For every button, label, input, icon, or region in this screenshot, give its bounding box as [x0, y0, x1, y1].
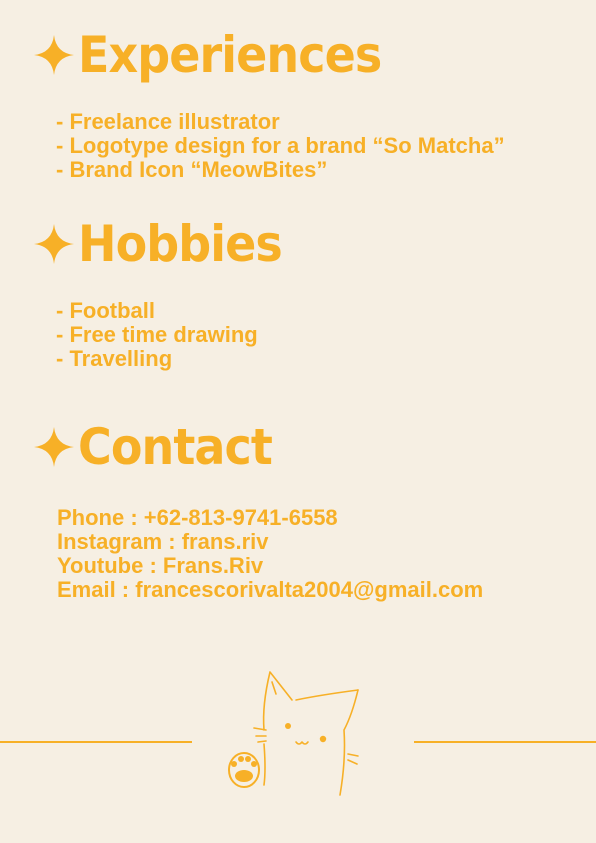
left-divider: [0, 741, 192, 743]
list-item: - Football: [56, 298, 155, 323]
email-address: Email : francescorivalta2004@gmail.com: [57, 577, 484, 602]
sparkle-icon: [34, 427, 74, 467]
list-item: - Freelance illustrator: [56, 109, 280, 134]
contact-title: Contact: [78, 418, 273, 476]
hobbies-heading: Hobbies: [32, 219, 300, 269]
experiences-title: Experiences: [78, 26, 382, 84]
hobbies-title: Hobbies: [78, 215, 283, 273]
list-item: - Free time drawing: [56, 322, 258, 347]
paw-icon: [228, 752, 260, 788]
youtube-channel: Youtube : Frans.Riv: [57, 553, 264, 578]
sparkle-icon: [34, 35, 74, 75]
sparkle-icon: [34, 224, 74, 264]
contact-details: Phone : +62-813-9741-6558 Instagram : fr…: [57, 506, 483, 602]
experiences-heading: Experiences: [32, 30, 408, 80]
list-item: - Brand Icon “MeowBites”: [56, 157, 328, 182]
phone-number: Phone : +62-813-9741-6558: [57, 505, 338, 530]
list-item: - Travelling: [56, 346, 173, 371]
instagram-handle: Instagram : frans.riv: [57, 529, 269, 554]
hobbies-list: - Football - Free time drawing - Travell…: [56, 299, 258, 371]
list-item: - Logotype design for a brand “So Matcha…: [56, 133, 505, 158]
contact-heading: Contact: [32, 422, 289, 472]
right-divider: [414, 741, 596, 743]
experiences-list: - Freelance illustrator - Logotype desig…: [56, 110, 505, 182]
cat-illustration: [228, 671, 359, 796]
